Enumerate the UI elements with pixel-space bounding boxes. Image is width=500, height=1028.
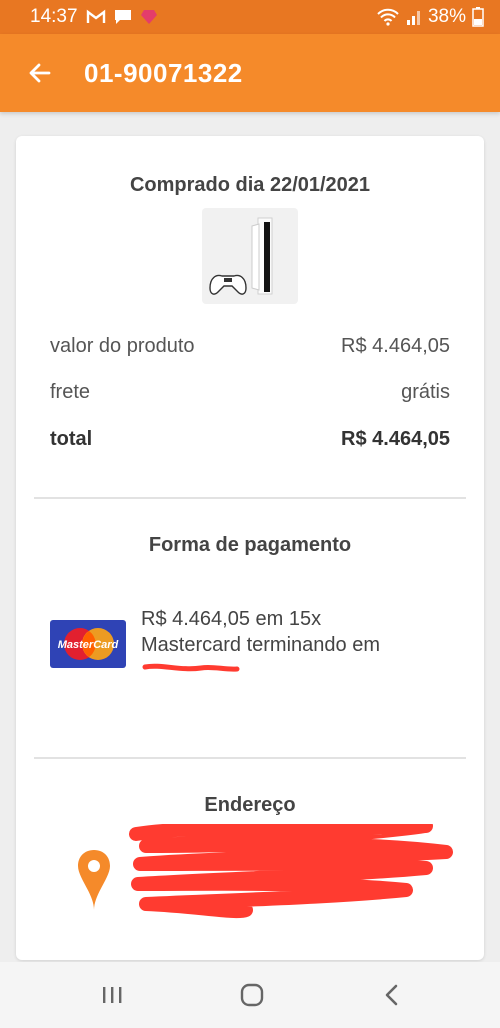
shipping-label: frete (50, 381, 91, 403)
back-nav-button[interactable] (370, 976, 414, 1014)
total-label: total (50, 428, 93, 450)
home-icon (240, 983, 264, 1007)
status-time: 14:37 (30, 6, 78, 27)
order-details-card: Comprado dia 22/01/2021 valor do produto… (16, 136, 484, 960)
heart-app-icon (140, 9, 158, 25)
order-id-title: 01-90071322 (84, 57, 243, 88)
battery-icon (472, 7, 484, 27)
address-section-title: Endereço (204, 794, 296, 816)
divider (34, 757, 466, 759)
product-image[interactable] (202, 208, 298, 304)
card-digits-redacted (141, 658, 380, 674)
payment-info: R$ 4.464,05 em 15x Mastercard terminando… (141, 606, 380, 674)
wifi-icon (376, 8, 400, 26)
installments-text: R$ 4.464,05 em 15x (141, 608, 322, 630)
shipping-row: frete grátis (50, 381, 450, 404)
recent-apps-button[interactable] (90, 976, 134, 1014)
product-value-row: valor do produto R$ 4.464,05 (50, 335, 450, 358)
system-navigation-bar (0, 962, 500, 1028)
gmail-icon (86, 9, 106, 25)
payment-section-title: Forma de pagamento (148, 534, 352, 556)
home-button[interactable] (230, 976, 274, 1014)
purchase-date-title: Comprado dia 22/01/2021 (129, 174, 371, 196)
signal-icon (406, 9, 422, 25)
chevron-left-icon (382, 983, 402, 1007)
status-bar: 14:37 38% (0, 0, 500, 34)
arrow-left-icon (28, 61, 52, 85)
mastercard-logo: MasterCard (50, 620, 126, 668)
recent-apps-icon (100, 985, 124, 1005)
total-amount: R$ 4.464,05 (341, 428, 450, 450)
app-bar: 01-90071322 (0, 34, 500, 112)
product-value-amount: R$ 4.464,05 (341, 335, 450, 357)
mastercard-logo-text: MasterCard (58, 639, 119, 651)
battery-percent: 38% (427, 6, 466, 27)
chat-icon (114, 9, 132, 25)
card-ending-text: Mastercard terminando em (141, 634, 380, 656)
address-redacted (126, 819, 456, 924)
product-value-label: valor do produto (50, 335, 195, 357)
back-button[interactable] (24, 57, 56, 89)
total-row: total R$ 4.464,05 (50, 428, 450, 451)
divider (34, 497, 466, 499)
location-pin-icon (76, 848, 112, 914)
shipping-amount: grátis (401, 381, 450, 403)
